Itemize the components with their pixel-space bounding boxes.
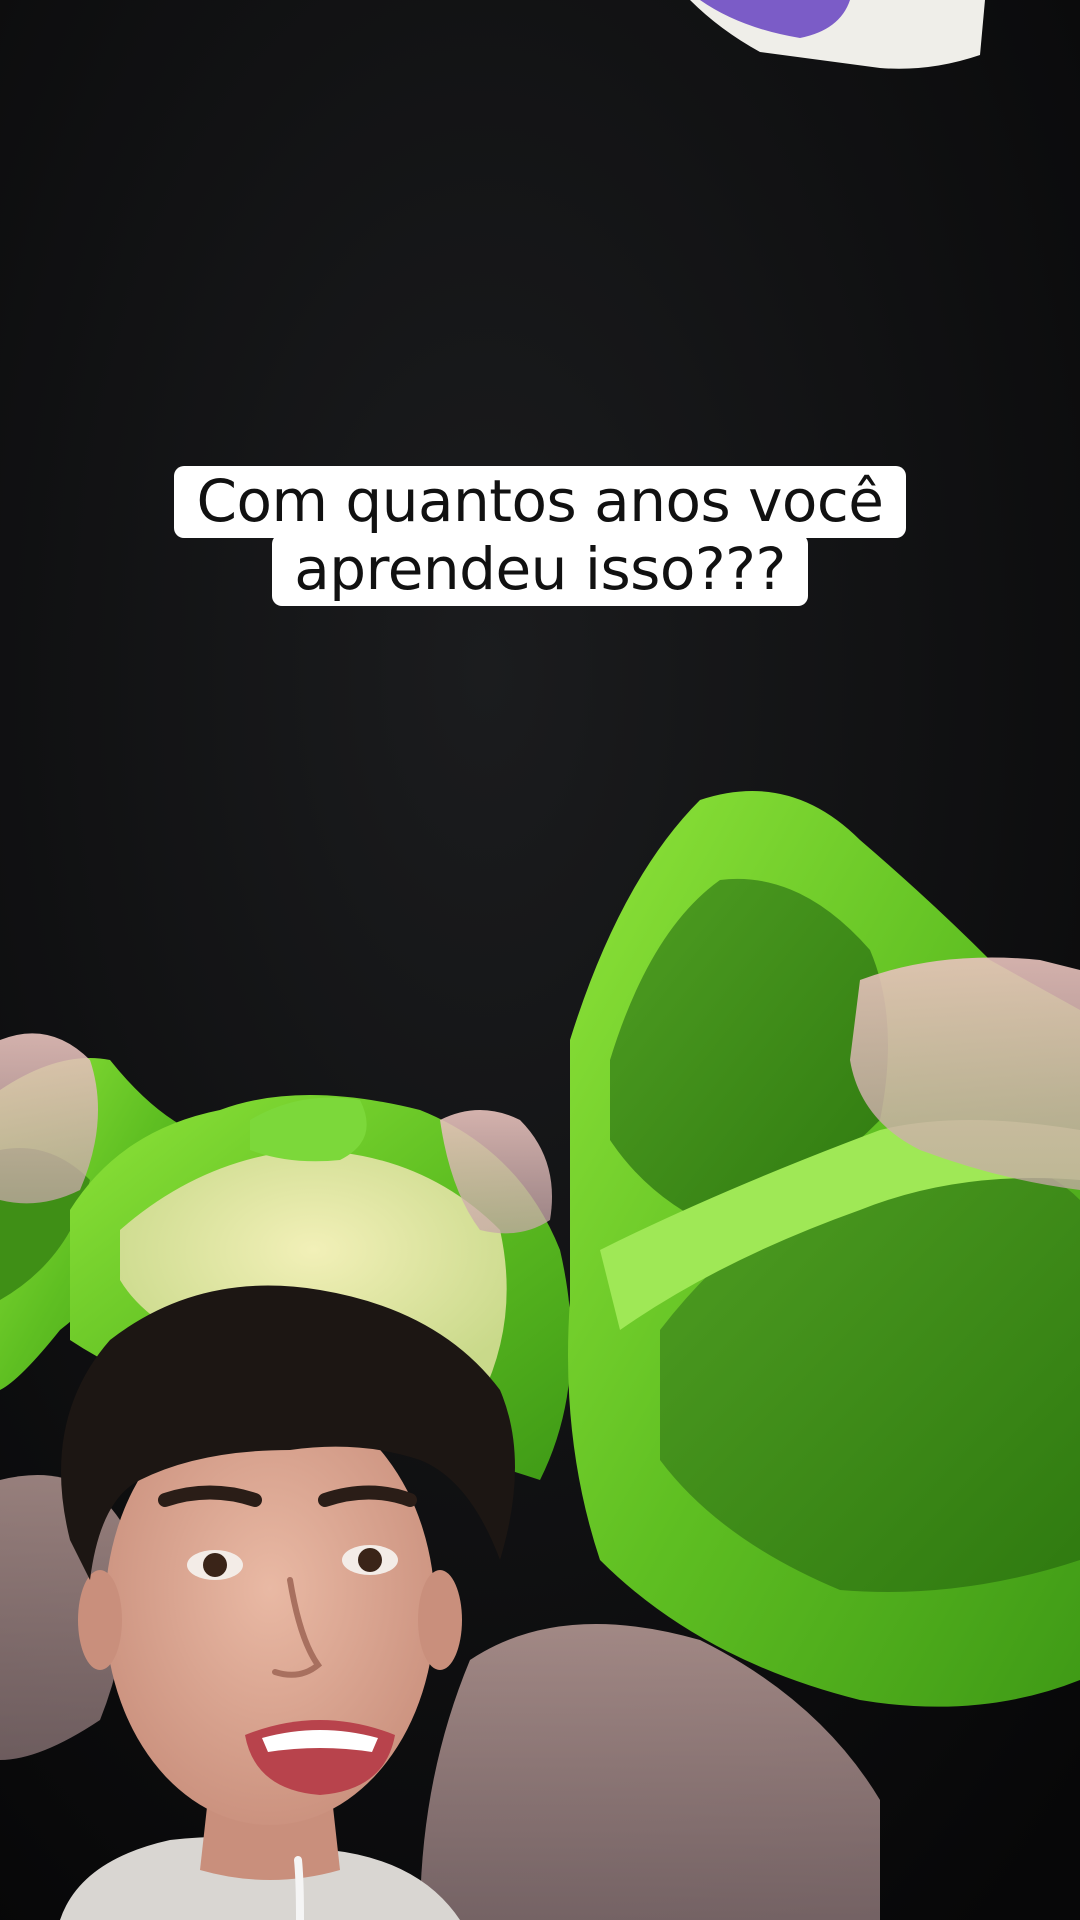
caption-line-1: Com quantos anos você — [174, 466, 906, 538]
caption-line-2: aprendeu isso??? — [272, 534, 808, 606]
video-frame — [0, 0, 1080, 1920]
caption: Com quantos anos você aprendeu isso??? — [0, 466, 1080, 610]
